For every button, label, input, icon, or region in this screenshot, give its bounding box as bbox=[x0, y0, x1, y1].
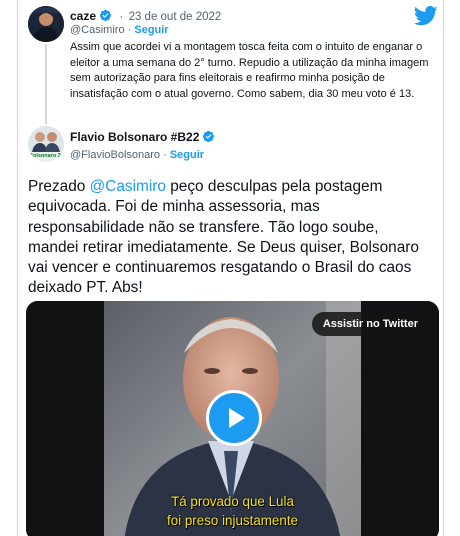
reply-separator: · bbox=[119, 11, 124, 23]
thread-line bbox=[45, 44, 47, 124]
main-author-row: Flavio Bolsonaro #B22 bbox=[70, 130, 215, 144]
reply-date-link[interactable]: 23 de out de 2022 bbox=[129, 11, 222, 23]
verified-badge-icon bbox=[99, 9, 112, 22]
main-author-name[interactable]: Flavio Bolsonaro #B22 bbox=[70, 130, 199, 144]
video-caption-line-1: Tá provado que Lula bbox=[171, 494, 294, 509]
main-follow-button[interactable]: Seguir bbox=[170, 149, 204, 161]
main-handle[interactable]: @FlavioBolsonaro bbox=[70, 149, 160, 161]
reply-tweet-text: Assim que acordei vi a montagem tosca fe… bbox=[70, 41, 429, 100]
main-text-body: peço desculpas pela postagem equivocada.… bbox=[28, 178, 419, 297]
reply-dot: · bbox=[127, 24, 132, 36]
reply-author-row: caze · 23 de out de 2022 bbox=[70, 9, 221, 23]
reply-follow-button[interactable]: Seguir bbox=[134, 24, 168, 36]
reply-handle-row: @Casimiro · Seguir bbox=[70, 24, 169, 36]
twitter-bird-icon[interactable] bbox=[414, 6, 438, 26]
verified-badge-icon bbox=[203, 130, 215, 143]
main-dot: · bbox=[163, 149, 167, 161]
mention-link[interactable]: @Casimiro bbox=[90, 178, 166, 195]
video-player[interactable]: Assistir no Twitter Tá provado que Lula … bbox=[26, 301, 439, 536]
play-icon bbox=[229, 408, 245, 428]
avatar-badge-text: Bolsonaro 22 bbox=[29, 153, 63, 159]
video-caption-line-2: foi preso injustamente bbox=[166, 513, 298, 528]
play-button[interactable] bbox=[206, 390, 262, 446]
reply-handle[interactable]: @Casimiro bbox=[70, 24, 125, 36]
flavio-avatar[interactable]: Bolsonaro 22 bbox=[28, 126, 64, 162]
tweet-embed-card: caze · 23 de out de 2022 @Casimiro · Seg… bbox=[17, 0, 444, 536]
main-text-prefix: Prezado bbox=[28, 178, 90, 195]
watch-on-twitter-button[interactable]: Assistir no Twitter bbox=[311, 312, 429, 336]
main-handle-row: @FlavioBolsonaro · Seguir bbox=[70, 149, 204, 161]
main-tweet-text: Prezado @Casimiro peço desculpas pela po… bbox=[28, 177, 433, 299]
caze-avatar[interactable] bbox=[28, 6, 64, 42]
reply-author-name[interactable]: caze bbox=[70, 9, 96, 23]
